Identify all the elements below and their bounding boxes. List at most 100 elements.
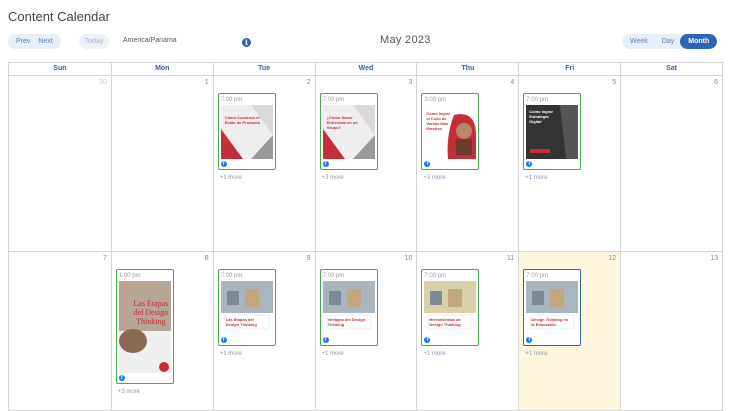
day-cell[interactable]: 30 [9, 76, 111, 251]
post-thumbnail: Cómo lograr el Ciclo de Ventas Más Efect… [424, 105, 477, 159]
weekday-header: Sun Mon Tue Wed Thu Fri Sat [9, 63, 722, 76]
day-cell[interactable]: 7 [9, 252, 111, 410]
calendar-grid: Sun Mon Tue Wed Thu Fri Sat 30 1 2 7:00 pm… [8, 62, 723, 411]
facebook-icon: f [118, 375, 125, 381]
post-time: 7:00 pm [526, 97, 548, 103]
scheduled-post-card[interactable]: 7:00 pm Herramientas de Design Thinking … [421, 269, 480, 346]
post-thumb-text: ¿Cómo Hacer Entrevista en un Grupo? [326, 115, 358, 130]
more-posts-link[interactable]: +1 more [220, 175, 242, 181]
facebook-icon: f [526, 337, 533, 343]
post-thumb-text: Las Etapas del Design Thinking [225, 317, 257, 327]
more-posts-link[interactable]: +1 more [220, 351, 242, 357]
day-number: 6 [714, 79, 718, 86]
day-number: 10 [404, 255, 413, 262]
post-thumbnail: ¿Cómo Hacer Entrevista en un Grupo? [322, 105, 375, 159]
post-time: 7:00 pm [526, 273, 548, 279]
post-time: 7:00 pm [322, 273, 345, 279]
more-posts-link[interactable]: +1 more [322, 351, 344, 357]
scheduled-post-card[interactable]: 7:00 pm ¿Cómo Hacer Entrevista en un Gru… [319, 93, 378, 170]
facebook-icon: f [526, 161, 533, 167]
day-number: 12 [608, 255, 617, 262]
post-thumbnail: Herramientas de Design Thinking [424, 281, 477, 335]
day-number: 1 [204, 79, 209, 86]
week-row: 78 1:00 pm Las Etapas del Design Thinkin… [9, 252, 722, 410]
post-thumb-text: Las Etapas del Design Thinking [133, 299, 169, 326]
next-button[interactable]: Next [38, 34, 60, 49]
weekday-fri: Fri [518, 63, 620, 75]
post-thumbnail: Cómo Construir el Estilo de Producto [220, 105, 273, 159]
facebook-icon: f [220, 161, 227, 167]
post-thumb-text: Cómo Construir el Estilo de Producto [224, 115, 261, 125]
day-cell[interactable]: 12 7:00 pm Design Thinking en la Educaci… [518, 252, 621, 410]
day-number: 30 [99, 79, 107, 86]
post-time: 7:00 pm [424, 273, 447, 279]
today-button[interactable]: Today [79, 34, 109, 49]
day-cell[interactable]: 9 7:00 pm Las Etapas del Design Thinking… [212, 252, 315, 410]
post-thumb-text: Cómo lograr Estrategia Digital [529, 109, 554, 124]
more-posts-link[interactable]: +1 more [525, 351, 547, 357]
weekday-wed: Wed [314, 63, 417, 75]
weekday-thu: Thu [416, 63, 518, 75]
post-time: 7:00 pm [322, 97, 345, 103]
day-cell[interactable]: 4 3:00 pm Cómo lograr el Ciclo de Ventas… [416, 76, 518, 251]
day-cell[interactable]: 8 1:00 pm Las Etapas del Design Thinking… [110, 252, 213, 410]
scheduled-post-card[interactable]: 7:00 pm Ventajas del Design Thinking f [319, 269, 378, 346]
more-posts-link[interactable]: +1 more [525, 175, 547, 181]
day-cell[interactable]: 10 7:00 pm Ventajas del Design Thinking … [314, 252, 417, 410]
post-thumb-text: Cómo lograr el Ciclo de Ventas Más Efect… [426, 111, 451, 131]
weekday-tue: Tue [212, 63, 315, 75]
scheduled-post-card[interactable]: 3:00 pm Cómo lograr el Ciclo de Ventas M… [421, 93, 480, 170]
post-thumbnail: Design Thinking en la Educación [526, 281, 579, 335]
more-posts-link[interactable]: +3 more [423, 175, 445, 181]
page-title: Content Calendar [8, 9, 110, 24]
day-cell[interactable]: 3 7:00 pm ¿Cómo Hacer Entrevista en un G… [314, 76, 417, 251]
month-label: May 2023 [380, 34, 431, 46]
post-thumb-text: Design Thinking en la Educación [531, 317, 569, 327]
prev-button[interactable]: Prev [8, 34, 38, 49]
scheduled-post-card[interactable]: 1:00 pm Las Etapas del Design Thinking f [115, 269, 174, 384]
post-thumbnail: Ventajas del Design Thinking [322, 281, 375, 335]
view-month-button[interactable]: Month [680, 34, 718, 49]
day-number: 2 [306, 79, 311, 86]
weekday-sat: Sat [620, 63, 722, 75]
info-icon[interactable]: i [242, 38, 251, 47]
facebook-icon: f [424, 337, 431, 343]
post-thumb-text: Herramientas de Design Thinking [429, 317, 461, 327]
weekday-sun: Sun [53, 65, 67, 72]
day-cell[interactable]: 6 [620, 76, 722, 251]
scheduled-post-card[interactable]: 7:00 pm Cómo Construir el Estilo de Prod… [217, 93, 276, 170]
day-number: 5 [612, 79, 617, 86]
view-switcher: Week Day Month [622, 34, 718, 49]
scheduled-post-card[interactable]: 7:00 pm Design Thinking en la Educación … [523, 269, 582, 346]
scheduled-post-card[interactable]: 7:00 pm Cómo lograr Estrategia Digital f [523, 93, 582, 170]
facebook-icon: f [322, 337, 329, 343]
post-thumbnail: Cómo lograr Estrategia Digital [526, 105, 579, 159]
day-number: 13 [710, 255, 718, 262]
week-row: 30 1 2 7:00 pm Cómo Construir el Estilo de… [9, 76, 722, 252]
day-cell[interactable]: 2 7:00 pm Cómo Construir el Estilo de Pr… [212, 76, 315, 251]
day-cell[interactable]: 11 7:00 pm Herramientas de Design Thinki… [416, 252, 518, 410]
more-posts-link[interactable]: +3 more [118, 389, 140, 395]
post-time: 3:00 pm [424, 97, 447, 103]
day-number: 4 [510, 79, 515, 86]
more-posts-link[interactable]: +1 more [423, 351, 445, 357]
view-day-button[interactable]: Day [656, 34, 680, 49]
post-time: 7:00 pm [220, 97, 243, 103]
view-week-button[interactable]: Week [622, 34, 656, 49]
timezone-label: America/Panama [123, 37, 177, 44]
day-number: 3 [408, 79, 413, 86]
facebook-icon: f [220, 337, 227, 343]
facebook-icon: f [322, 161, 329, 167]
day-number: 7 [102, 255, 107, 262]
day-cell[interactable]: 1 [110, 76, 213, 251]
post-thumbnail: Las Etapas del Design Thinking [118, 281, 171, 373]
weekday-mon: Mon [110, 63, 213, 75]
scheduled-post-card[interactable]: 7:00 pm Las Etapas del Design Thinking f [217, 269, 276, 346]
day-number: 9 [306, 255, 311, 262]
day-cell[interactable]: 13 [620, 252, 722, 410]
more-posts-link[interactable]: +3 more [322, 175, 344, 181]
day-cell[interactable]: 5 7:00 pm Cómo lograr Estrategia Digital… [518, 76, 620, 251]
day-number: 11 [507, 255, 515, 262]
facebook-icon: f [424, 161, 431, 167]
post-time: 7:00 pm [220, 273, 243, 279]
